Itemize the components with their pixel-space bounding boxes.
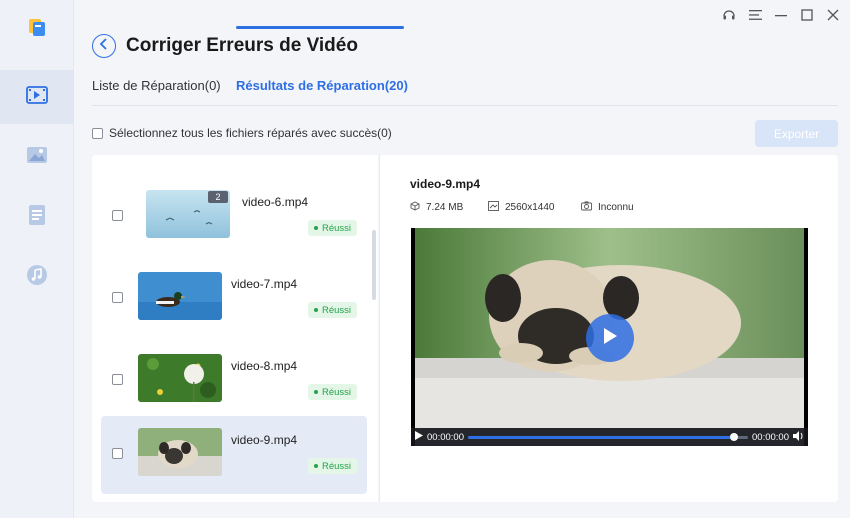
status-badge: Réussi — [308, 220, 358, 236]
select-all[interactable]: Sélectionnez tous les fichiers réparés a… — [92, 126, 392, 140]
video-thumbnail — [138, 354, 222, 402]
resolution-icon — [488, 201, 499, 214]
current-time: 00:00:00 — [427, 431, 464, 443]
back-button[interactable] — [92, 34, 116, 58]
file-list: 2 video-6.mp4 Réussi video-7.mp4 Réussi — [92, 155, 378, 502]
app-logo-icon — [27, 16, 47, 43]
window-controls — [718, 6, 844, 24]
sidebar-item-document[interactable] — [0, 190, 74, 244]
sidebar — [0, 0, 74, 518]
image-icon — [26, 146, 48, 169]
list-item[interactable]: video-8.mp4 Réussi — [101, 342, 367, 420]
video-thumbnail — [138, 428, 222, 476]
maximize-icon[interactable] — [796, 6, 818, 24]
close-icon[interactable] — [822, 6, 844, 24]
music-icon — [26, 264, 48, 291]
file-size-meta: 7.24 MB — [410, 201, 463, 214]
status-badge: Réussi — [308, 302, 358, 318]
volume-icon[interactable] — [793, 430, 804, 444]
video-controls: 00:00:00 00:00:00 — [411, 428, 808, 446]
list-item[interactable]: 2 video-6.mp4 Réussi — [101, 178, 367, 256]
video-player[interactable]: 00:00:00 00:00:00 — [411, 228, 808, 446]
minimize-icon[interactable] — [770, 6, 792, 24]
select-all-checkbox[interactable] — [92, 127, 103, 139]
duration-meta: Inconnu — [581, 201, 634, 214]
row-checkbox[interactable] — [112, 292, 123, 303]
row-checkbox[interactable] — [112, 448, 123, 459]
active-tab-indicator — [236, 26, 404, 29]
page-title: Corriger Erreurs de Vidéo — [126, 35, 358, 56]
sidebar-item-video[interactable] — [0, 70, 74, 124]
app-logo — [0, 2, 74, 56]
file-name: video-6.mp4 — [242, 195, 309, 209]
tab-repair-results[interactable]: Résultats de Réparation(20) — [236, 78, 408, 93]
page-header: Corriger Erreurs de Vidéo — [92, 34, 358, 58]
file-name: video-9.mp4 — [231, 433, 298, 447]
row-checkbox[interactable] — [112, 374, 123, 385]
preview-panel: video-9.mp4 7.24 MB 2560x1440 Inconnu 00… — [379, 155, 838, 502]
export-button[interactable]: Exporter — [755, 120, 838, 147]
seek-bar[interactable] — [467, 432, 749, 441]
menu-icon[interactable] — [744, 6, 766, 24]
total-time: 00:00:00 — [752, 431, 789, 443]
sidebar-item-audio[interactable] — [0, 250, 74, 304]
file-name: video-7.mp4 — [231, 277, 298, 291]
seek-handle[interactable] — [730, 432, 738, 441]
video-icon — [26, 85, 48, 109]
status-badge: Réussi — [308, 384, 358, 400]
seek-bar-fill — [467, 435, 734, 439]
group-count-badge: 2 — [208, 191, 228, 203]
video-thumbnail: 2 — [146, 190, 230, 238]
duration: Inconnu — [598, 202, 634, 213]
select-all-label: Sélectionnez tous les fichiers réparés a… — [109, 126, 392, 140]
document-icon — [28, 204, 46, 231]
list-item-selected[interactable]: video-9.mp4 Réussi — [101, 416, 367, 494]
list-item[interactable]: video-7.mp4 Réussi — [101, 260, 367, 338]
status-badge: Réussi — [308, 458, 358, 474]
cube-icon — [410, 201, 420, 214]
resolution: 2560x1440 — [505, 202, 555, 213]
play-button[interactable] — [586, 314, 634, 362]
preview-title: video-9.mp4 — [410, 177, 481, 191]
tab-repair-list[interactable]: Liste de Réparation(0) — [92, 78, 221, 93]
list-scrollbar[interactable] — [372, 230, 376, 300]
file-name: video-8.mp4 — [231, 359, 298, 373]
video-thumbnail — [138, 272, 222, 320]
camera-icon — [581, 201, 592, 214]
sidebar-item-image[interactable] — [0, 130, 74, 184]
tab-bar: Liste de Réparation(0) Résultats de Répa… — [92, 76, 838, 106]
resolution-meta: 2560x1440 — [488, 201, 555, 214]
play-icon — [601, 326, 619, 351]
headset-icon[interactable] — [718, 6, 740, 24]
file-size: 7.24 MB — [426, 202, 464, 213]
row-checkbox[interactable] — [112, 210, 123, 221]
play-small-icon[interactable] — [415, 431, 423, 443]
chevron-left-icon — [99, 37, 109, 55]
